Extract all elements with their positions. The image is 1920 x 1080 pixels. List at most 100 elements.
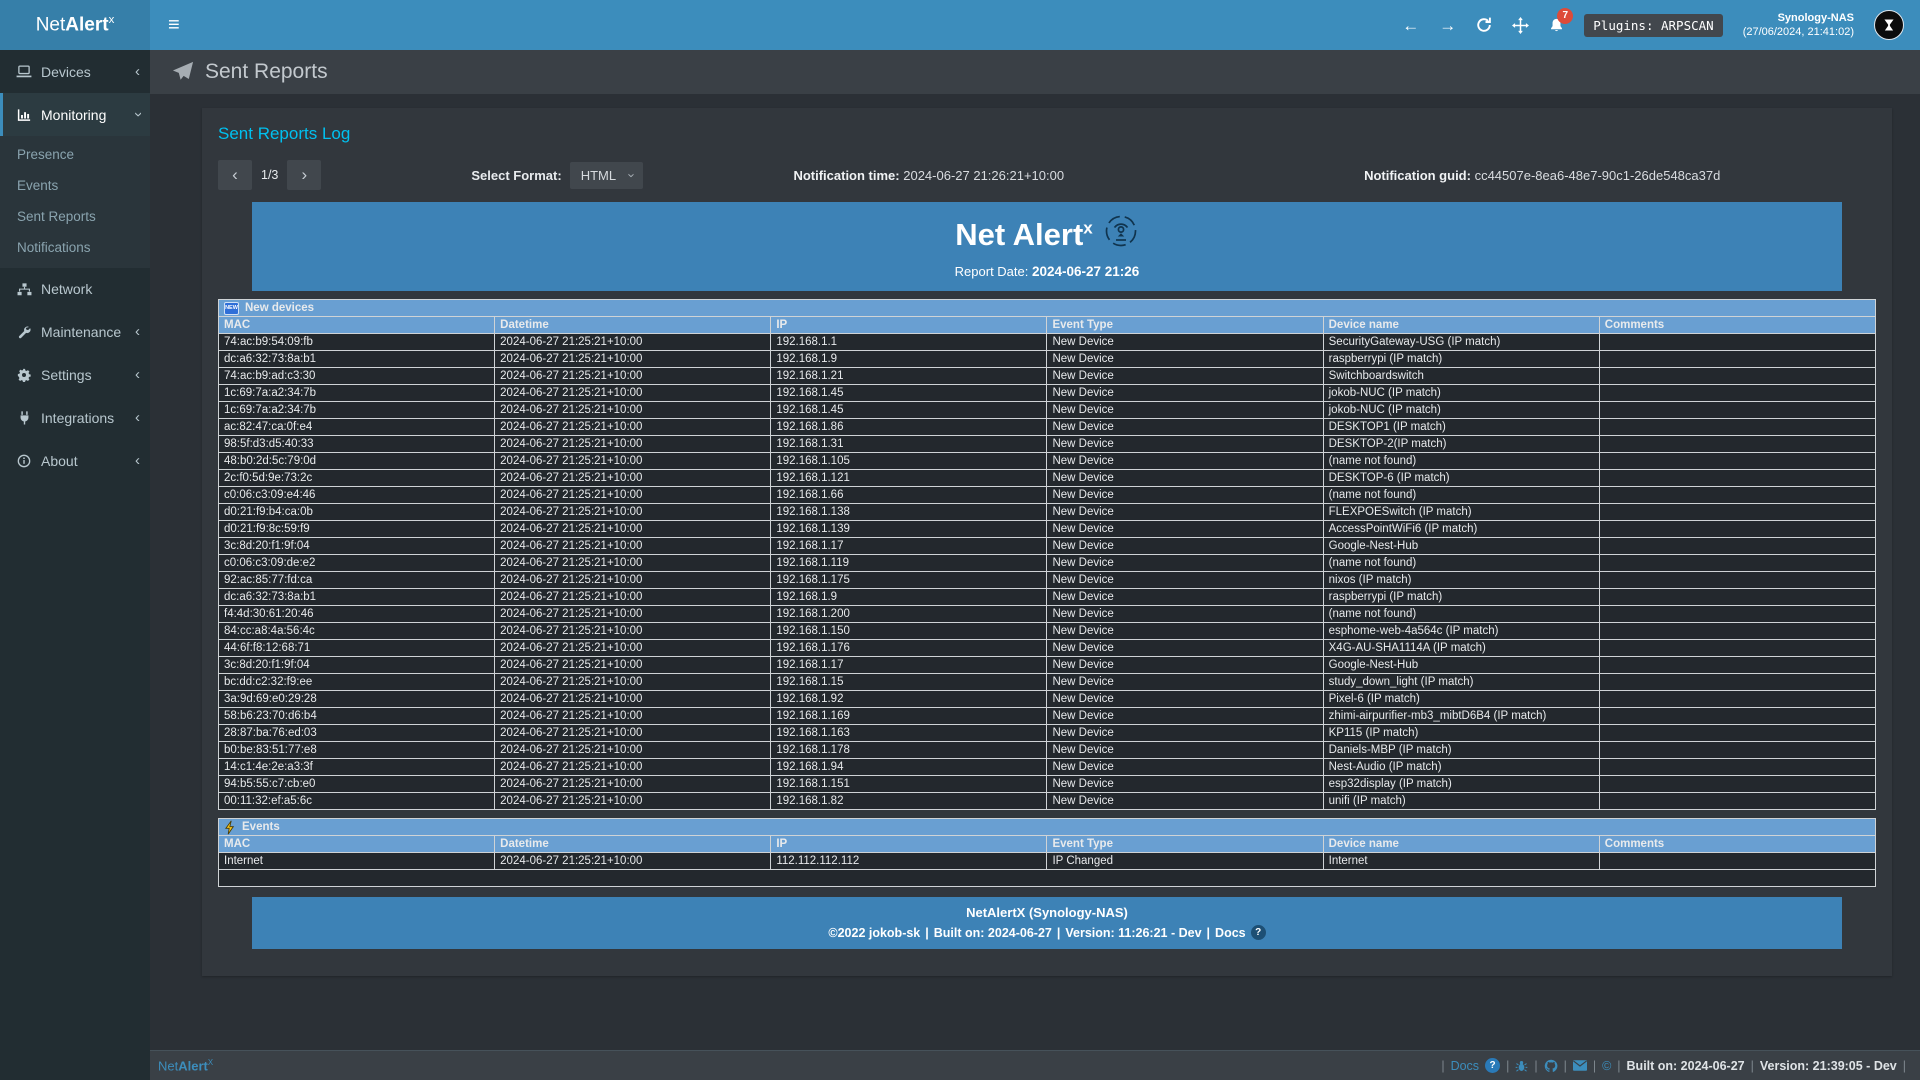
cell: 2024-06-27 21:25:21+10:00 [495,521,771,538]
mac-link[interactable]: c0:06:c3:09:e4:46 [219,487,495,504]
cell: Google-Nest-Hub [1323,657,1599,674]
table-row: 92:ac:85:77:fd:ca2024-06-27 21:25:21+10:… [219,572,1876,589]
cell [1599,606,1875,623]
mac-link[interactable]: 98:5f:d3:d5:40:33 [219,436,495,453]
sidebar-item-monitoring[interactable]: Monitoring ‹ [0,93,150,136]
report-preview: Net Alertx Report Date: 2024-06-27 21:26… [218,202,1876,949]
mac-link[interactable]: 14:c1:4e:2e:a3:3f [219,759,495,776]
user-avatar[interactable] [1874,10,1904,40]
mac-link[interactable]: 3c:8d:20:f1:9f:04 [219,657,495,674]
github-icon[interactable] [1544,1059,1558,1073]
netalertx-logo-icon [1103,213,1139,257]
mac-link[interactable]: 74:ac:b9:ad:c3:30 [219,368,495,385]
app-logo[interactable]: NetAlertx [0,0,150,50]
mac-link[interactable]: 94:b5:55:c7:cb:e0 [219,776,495,793]
mac-link[interactable]: 58:b6:23:70:d6:b4 [219,708,495,725]
sidebar-item-network[interactable]: Network [0,268,150,310]
table-row: 84:cc:a8:4a:56:4c2024-06-27 21:25:21+10:… [219,623,1876,640]
page-footer: NetAlertX | Docs ? | | | | © | Built on:… [150,1050,1920,1080]
mac-link[interactable]: 48:b0:2d:5c:79:0d [219,453,495,470]
footer-brand[interactable]: NetAlertX [158,1058,213,1073]
table-row: 94:b5:55:c7:cb:e02024-06-27 21:25:21+10:… [219,776,1876,793]
cell: New Device [1047,589,1323,606]
mac-link[interactable]: 3a:9d:69:e0:29:28 [219,691,495,708]
table-row: 58:b6:23:70:d6:b42024-06-27 21:25:21+10:… [219,708,1876,725]
cell: 192.168.1.9 [771,351,1047,368]
sidebar-item-about[interactable]: About ‹ [0,439,150,482]
footer-docs-link[interactable]: Docs [1451,1059,1479,1073]
cell: Internet [219,853,495,870]
mac-link[interactable]: 74:ac:b9:54:09:fb [219,334,495,351]
nav-forward-icon[interactable]: → [1439,17,1456,34]
mac-link[interactable]: c0:06:c3:09:de:e2 [219,555,495,572]
mac-link[interactable]: dc:a6:32:73:8a:b1 [219,589,495,606]
plugins-status-badge[interactable]: Plugins: ARPSCAN [1584,14,1722,37]
mac-link[interactable]: f4:4d:30:61:20:46 [219,606,495,623]
cell: 2024-06-27 21:25:21+10:00 [495,351,771,368]
mac-link[interactable]: 1c:69:7a:a2:34:7b [219,402,495,419]
cell: esphome-web-4a564c (IP match) [1323,623,1599,640]
mac-link[interactable]: 2c:f0:5d:9e:73:2c [219,470,495,487]
table-row: 3c:8d:20:f1:9f:042024-06-27 21:25:21+10:… [219,657,1876,674]
sidebar-toggle-icon[interactable]: ≡ [150,14,198,37]
separator: | [1564,1059,1567,1073]
report-date: Report Date: 2024-06-27 21:26 [252,264,1842,279]
mac-link[interactable]: bc:dd:c2:32:f9:ee [219,674,495,691]
mac-link[interactable]: 44:6f:f8:12:68:71 [219,640,495,657]
cell: 192.168.1.105 [771,453,1047,470]
table-row: d0:21:f9:b4:ca:0b2024-06-27 21:25:21+10:… [219,504,1876,521]
chevron-down-icon: ‹ [623,173,638,177]
bug-report-icon[interactable] [1515,1059,1528,1072]
report-copyright: ©2022 jokob-sk [828,926,920,940]
mac-link[interactable]: 1c:69:7a:a2:34:7b [219,385,495,402]
mac-link[interactable]: ac:82:47:ca:0f:e4 [219,419,495,436]
cell: (name not found) [1323,555,1599,572]
sidebar-item-devices[interactable]: Devices ‹ [0,50,150,93]
mac-link[interactable]: 3c:8d:20:f1:9f:04 [219,538,495,555]
format-select[interactable]: HTML ‹ [570,162,644,189]
sidebar-item-sent-reports[interactable]: Sent Reports [0,201,150,232]
cell: New Device [1047,521,1323,538]
separator: | [1903,1059,1906,1073]
mac-link[interactable]: 28:87:ba:76:ed:03 [219,725,495,742]
cell: New Device [1047,470,1323,487]
sidebar-item-presence[interactable]: Presence [0,139,150,170]
question-icon[interactable]: ? [1251,925,1266,940]
copyright-icon[interactable]: © [1602,1059,1611,1073]
mac-link[interactable]: 92:ac:85:77:fd:ca [219,572,495,589]
cell: 2024-06-27 21:25:21+10:00 [495,759,771,776]
cell: 192.168.1.163 [771,725,1047,742]
mac-link[interactable]: 00:11:32:ef:a5:6c [219,793,495,810]
separator: | [925,926,929,940]
report-docs-link[interactable]: Docs [1215,926,1246,940]
cell: study_down_light (IP match) [1323,674,1599,691]
column-header: Device name [1323,836,1599,853]
report-footer: NetAlertX (Synology-NAS) ©2022 jokob-sk … [252,897,1842,949]
cell: 192.168.1.82 [771,793,1047,810]
sidebar-item-maintenance[interactable]: Maintenance ‹ [0,310,150,353]
mac-link[interactable]: dc:a6:32:73:8a:b1 [219,351,495,368]
top-navbar: NetAlertx ≡ ← → 7 Plugins: ARPSCAN Synol… [0,0,1920,50]
cell: X4G-AU-SHA1114A (IP match) [1323,640,1599,657]
refresh-icon[interactable] [1476,17,1492,33]
cell [1599,725,1875,742]
mac-link[interactable]: d0:21:f9:b4:ca:0b [219,504,495,521]
question-icon[interactable]: ? [1485,1058,1500,1073]
cell: 192.168.1.45 [771,385,1047,402]
report-date-value: 2024-06-27 21:26 [1032,264,1139,279]
sidebar-item-settings[interactable]: Settings ‹ [0,353,150,396]
prev-page-button[interactable]: ‹ [218,160,252,190]
mail-icon[interactable] [1573,1060,1587,1071]
move-arrows-icon[interactable] [1512,17,1529,34]
sidebar-item-notifications[interactable]: Notifications [0,232,150,263]
mac-link[interactable]: d0:21:f9:8c:59:f9 [219,521,495,538]
sidebar-item-events[interactable]: Events [0,170,150,201]
nav-back-icon[interactable]: ← [1402,17,1419,34]
mac-link[interactable]: b0:be:83:51:77:e8 [219,742,495,759]
cell: 192.168.1.1 [771,334,1047,351]
sidebar-item-integrations[interactable]: Integrations ‹ [0,396,150,439]
cell [1599,623,1875,640]
mac-link[interactable]: 84:cc:a8:4a:56:4c [219,623,495,640]
notifications-bell-icon[interactable]: 7 [1549,17,1564,33]
next-page-button[interactable]: › [287,160,321,190]
